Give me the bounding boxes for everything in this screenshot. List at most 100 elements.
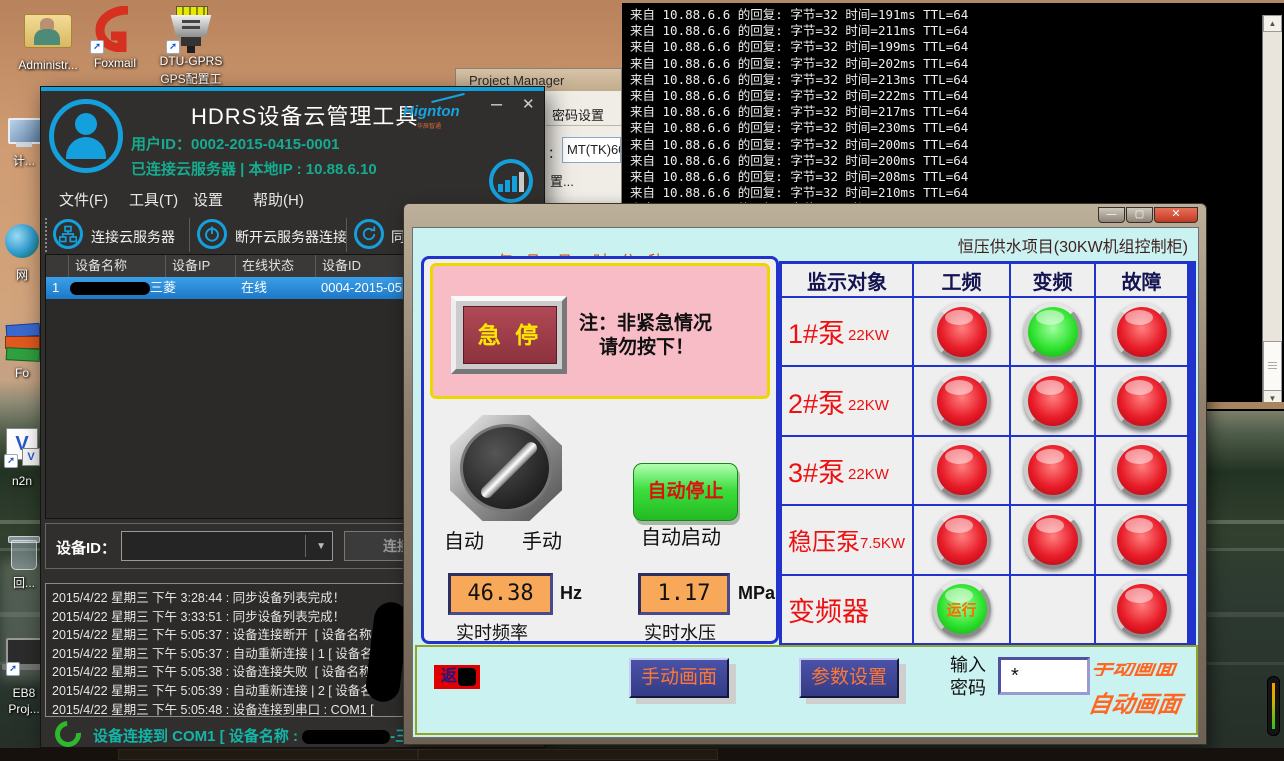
control-panel: 急 停 注：非紧急情况 请勿按下！ 自动 手动 自动停止 自动启动 46.38 <box>421 256 779 644</box>
lamp-cell <box>1011 298 1094 365</box>
ping-line: 来自 10.88.6.6 的回复: 字节=32 时间=217ms TTL=64 <box>622 104 1284 120</box>
disconnect-server-icon[interactable] <box>197 219 227 249</box>
params-settings-button[interactable]: 参数设置 <box>799 658 899 698</box>
icon-label: n2n <box>2 474 42 488</box>
ping-line: 来自 10.88.6.6 的回复: 字节=32 时间=200ms TTL=64 <box>622 153 1284 169</box>
user-icon <box>34 29 60 45</box>
connector-icon <box>176 6 208 16</box>
menu-tools[interactable]: 工具(T) <box>129 189 178 210</box>
icon-label: Fo <box>2 366 42 380</box>
connect-server-button[interactable]: 连接云服务器 <box>91 227 175 247</box>
lamp-cell <box>1096 298 1187 365</box>
ping-line: 来自 10.88.6.6 的回复: 字节=32 时间=230ms TTL=64 <box>622 120 1284 136</box>
close-button[interactable]: ✕ <box>522 95 535 113</box>
hmi-footer: 返回 手动画面 参数设置 输入 密码 * 手动画面 自动画面 <box>415 645 1198 735</box>
desktop-icon-foxmail[interactable]: ➚ Foxmail <box>84 4 146 78</box>
scroll-up-icon[interactable]: ▲ <box>1263 15 1282 32</box>
icon-label: Administr... <box>10 58 86 72</box>
emergency-stop-button[interactable]: 急 停 <box>463 306 557 364</box>
console-scrollbar[interactable]: ▲ ▼ <box>1262 15 1282 407</box>
chevron-down-icon[interactable]: ▼ <box>316 541 326 552</box>
status-lamp <box>1113 372 1171 430</box>
password-label: 输入 <box>950 655 986 676</box>
minimize-button[interactable]: – <box>491 93 502 116</box>
pump-label: 稳压泵7.5KW <box>782 506 912 573</box>
disconnect-server-button[interactable]: 断开云服务器连接 <box>235 227 347 247</box>
grid-header: 工频 <box>914 264 1009 296</box>
grid-header: 故障 <box>1096 264 1187 296</box>
status-text: 设备连接到 COM1 [ 设备名称 : -三菱 ] <box>93 725 434 746</box>
desktop-icon-network[interactable]: 网 <box>2 224 42 288</box>
monitor-icon <box>16 142 32 147</box>
ping-line: 来自 10.88.6.6 的回复: 字节=32 时间=199ms TTL=64 <box>622 39 1284 55</box>
col-online-status: 在线状态 <box>235 255 315 277</box>
settings-link[interactable]: 置... <box>550 171 574 190</box>
status-lamp <box>1113 580 1171 638</box>
toolbar-separator <box>189 218 190 252</box>
taskbar[interactable] <box>0 748 1284 761</box>
password-field[interactable]: * <box>998 657 1090 695</box>
shortcut-arrow-icon: ➚ <box>6 662 20 676</box>
lamp-cell <box>1011 367 1094 434</box>
menu-file[interactable]: 文件(F) <box>59 189 108 210</box>
lamp-cell: 运行 <box>914 576 1009 643</box>
sync-icon[interactable] <box>354 219 384 249</box>
hmi-close-button[interactable]: ✕ <box>1154 207 1198 223</box>
pump-status-grid: 监示对象 工频 变频 故障 1#泵22KW 2#泵22KW 3#泵22KW 稳压… <box>779 261 1196 646</box>
auto-manual-knob[interactable] <box>450 415 562 521</box>
desktop-icon-computer[interactable]: 计... <box>4 116 44 176</box>
desktop-icon-dtu-gprs[interactable]: ➚ DTU-GPRS GPS配置工 <box>156 2 226 90</box>
lamp-cell <box>1096 437 1187 504</box>
hignton-logo: Hignton 华辰智通 <box>403 103 460 130</box>
desktop-icon-books[interactable]: Fo <box>2 322 42 388</box>
password-label: 密码 <box>950 678 986 699</box>
icon-label: 计... <box>4 152 44 169</box>
status-lamp <box>933 372 991 430</box>
back-button[interactable]: 返回 <box>434 665 480 689</box>
scrollbar-thumb[interactable] <box>1263 341 1282 393</box>
status-lamp <box>1113 441 1171 499</box>
connect-server-icon[interactable] <box>53 219 83 249</box>
frequency-unit: Hz <box>560 583 582 604</box>
avatar <box>49 99 123 173</box>
lamp-cell <box>1011 506 1094 573</box>
window-accent-bar <box>41 87 544 91</box>
hmi-window: — ▢ ✕ 2015 年4 月22日17 时7 分1 秒 恒压供水项目(30KW… <box>403 203 1207 745</box>
ghost-label-clipped: 手动画面 <box>1092 663 1208 676</box>
menu-help[interactable]: 帮助(H) <box>253 189 304 210</box>
manual-screen-button[interactable]: 手动画面 <box>629 658 729 698</box>
menu-settings[interactable]: 设置 <box>193 189 223 210</box>
desktop-icon-recycle-bin[interactable]: 回... <box>4 534 44 600</box>
logo-swoosh-icon <box>431 93 464 103</box>
taskbar-button[interactable] <box>118 749 418 760</box>
redaction-blob <box>70 282 150 295</box>
lamp-cell <box>1096 576 1187 643</box>
model-field-value: MT(TK)60 <box>563 138 621 162</box>
connection-status-text: 已连接云服务器 | 本地IP : 10.88.6.10 <box>131 158 377 179</box>
taskbar-button[interactable] <box>418 749 718 760</box>
hmi-maximize-button[interactable]: ▢ <box>1126 207 1153 223</box>
lamp-cell <box>1011 576 1094 643</box>
lamp-cell <box>914 367 1009 434</box>
status-lamp <box>1024 303 1082 361</box>
auto-stop-button[interactable]: 自动停止 <box>633 463 738 521</box>
desktop-icon-administrator[interactable]: Administr... <box>10 6 86 78</box>
lamp-run-label: 运行 <box>946 599 976 620</box>
pump-label: 1#泵22KW <box>782 298 912 365</box>
cell-rownum: 1 <box>52 277 68 299</box>
person-icon <box>66 137 106 159</box>
icon-label: 回... <box>4 574 44 591</box>
desktop-icon-n2n[interactable]: V V ➚ n2n <box>2 428 42 494</box>
model-field[interactable]: MT(TK)60 <box>562 137 621 163</box>
connector-icon <box>181 37 201 46</box>
frequency-readout: 46.38 <box>448 573 553 615</box>
status-lamp <box>933 511 991 569</box>
device-id-combobox[interactable]: ▼ <box>121 531 333 561</box>
console-output: 来自 10.88.6.6 的回复: 字节=32 时间=191ms TTL=64 … <box>622 3 1284 218</box>
frequency-label: 实时频率 <box>456 619 528 645</box>
hmi-minimize-button[interactable]: — <box>1098 207 1125 223</box>
console-bottom-frame <box>1207 402 1284 409</box>
logo-text: Hignton <box>403 103 460 120</box>
battery-indicator-pill <box>1267 676 1280 736</box>
toolbar-drag-handle[interactable] <box>45 218 47 252</box>
